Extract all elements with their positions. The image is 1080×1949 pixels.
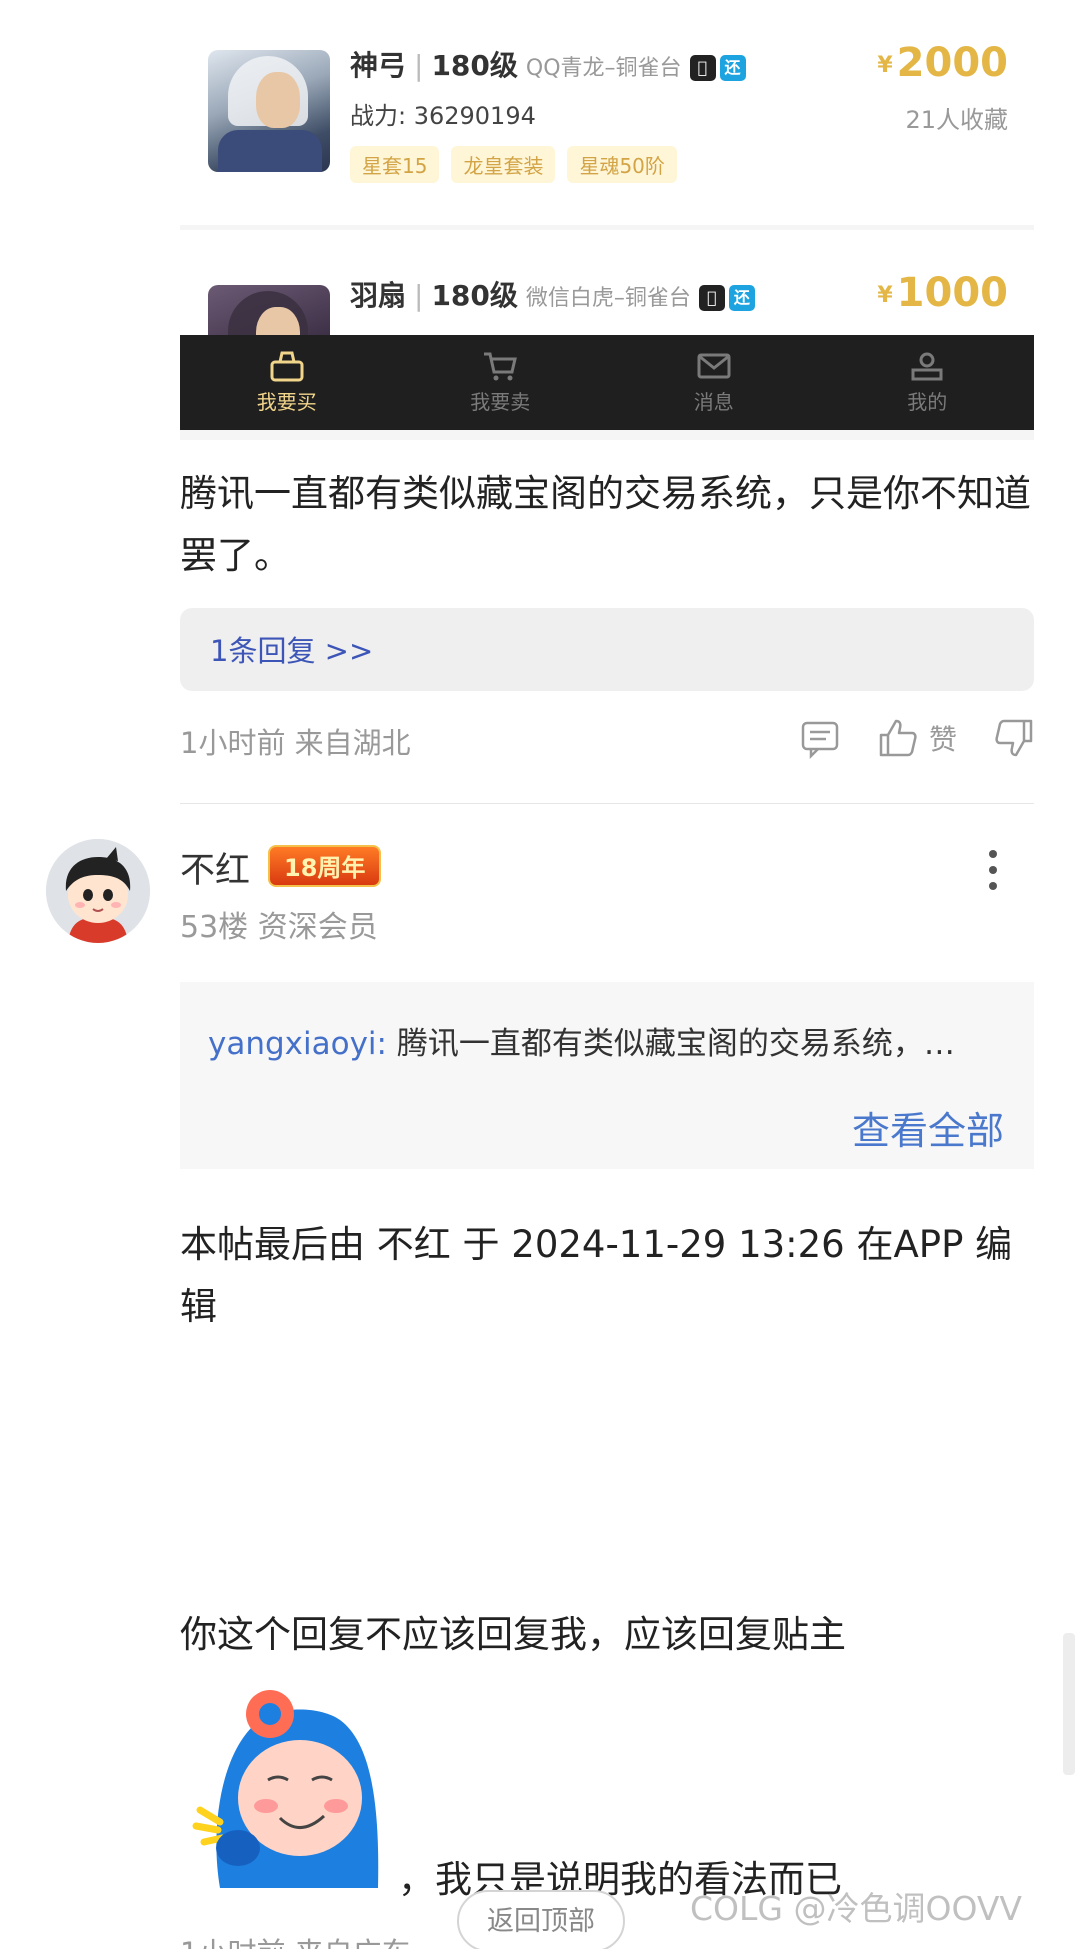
tab-messages: 消息 (607, 335, 821, 430)
cartoon-avatar-icon (46, 839, 150, 943)
quote-user[interactable]: yangxiaoyi: (208, 1026, 387, 1062)
divider (180, 803, 1034, 804)
tab-label: 我的 (907, 390, 948, 414)
mail-icon (697, 353, 731, 379)
listing-card: 神弓|180级QQ青龙–铜雀台还 战力: 36290194 星套15 龙皇套装… (180, 0, 1034, 225)
post-body: 腾讯一直都有类似藏宝阁的交易系统，只是你不知道罢了。 (180, 472, 1031, 577)
more-options-icon[interactable] (985, 848, 1001, 892)
listing-title: 羽扇|180级微信白虎–铜雀台还 (350, 274, 755, 314)
scrollbar[interactable] (1063, 1633, 1075, 1775)
post-actions: 赞 (799, 717, 1035, 759)
anniversary-badge: 18周年 (268, 845, 382, 887)
listing-name: 羽扇 (350, 279, 407, 312)
quote-text: 腾讯一直都有类似藏宝阁的交易系统，… (396, 1026, 955, 1062)
tab-label: 我要卖 (470, 390, 531, 414)
listing-card-clipped: 羽扇|180级微信白虎–铜雀台还 ¥1000 (180, 230, 1034, 335)
tag: 龙皇套装 (451, 146, 556, 183)
listing-tags: 星套15 龙皇套装 星魂50阶 (350, 146, 677, 183)
tag: 星套15 (350, 146, 440, 183)
listing-server: 微信白虎–铜雀台 (525, 286, 691, 311)
watermark: COLG @冷色调OOVV (690, 1889, 1022, 1928)
tab-label: 消息 (693, 390, 734, 414)
edit-note: 本帖最后由 不红 于 2024-11-29 13:26 在APP 编辑 (180, 1223, 1013, 1328)
tab-label: 我要买 (256, 390, 317, 414)
floor-info: 53楼 资深会员 (180, 910, 378, 945)
sticker-emoji-icon (192, 1690, 379, 1888)
tag: 星魂50阶 (567, 146, 677, 183)
back-to-top-button[interactable]: 返回顶部 (457, 1890, 625, 1949)
quote-line: yangxiaoyi: 腾讯一直都有类似藏宝阁的交易系统，… (208, 1018, 955, 1063)
listing-title: 神弓|180级QQ青龙–铜雀台还 (350, 44, 746, 84)
favorites-count: 21人收藏 (905, 106, 1008, 134)
embedded-screenshot: 神弓|180级QQ青龙–铜雀台还 战力: 36290194 星套15 龙皇套装… (180, 0, 1034, 440)
listing-price: ¥2000 (877, 40, 1008, 86)
reply-body-line: 你这个回复不应该回复我，应该回复贴主 (180, 1613, 846, 1656)
replies-box[interactable]: 1条回复 >> (180, 608, 1034, 691)
view-replies-link[interactable]: 1条回复 >> (210, 628, 373, 670)
listing-level: 180级 (431, 279, 518, 312)
tab-sell: 我要卖 (394, 335, 608, 430)
thumbs-down-icon[interactable] (993, 717, 1035, 759)
tab-buy: 我要买 (180, 335, 394, 430)
listing-price: ¥1000 (877, 270, 1008, 316)
bottom-tabbar: 我要买 我要卖 消息 我的 (180, 335, 1034, 430)
apple-icon:  (698, 285, 725, 311)
character-thumbnail (208, 50, 330, 172)
cart-icon (484, 352, 518, 381)
post-meta: 1小时前 来自湖北 (180, 726, 411, 760)
huan-badge: 还 (719, 55, 746, 81)
comment-icon[interactable] (799, 717, 841, 759)
username[interactable]: 不红 (180, 842, 250, 893)
character-thumbnail (208, 285, 330, 335)
listing-level: 180级 (431, 49, 518, 82)
user-icon (911, 352, 943, 381)
like-button[interactable]: 赞 (877, 717, 957, 759)
avatar[interactable] (46, 839, 150, 943)
combat-power: 战力: 36290194 (350, 102, 536, 130)
reply-meta: 1小时前 来自广东 (180, 1930, 411, 1949)
listing-server: QQ青龙–铜雀台 (525, 56, 682, 81)
view-all-link[interactable]: 查看全部 (852, 1100, 1004, 1155)
thumbs-up-icon (879, 719, 917, 757)
like-label: 赞 (928, 723, 957, 756)
huan-badge: 还 (728, 285, 755, 311)
quoted-post: yangxiaoyi: 腾讯一直都有类似藏宝阁的交易系统，… 查看全部 (180, 982, 1034, 1169)
bag-icon (270, 351, 304, 382)
apple-icon:  (689, 55, 716, 81)
listing-name: 神弓 (350, 49, 407, 82)
tab-mine: 我的 (821, 335, 1035, 430)
